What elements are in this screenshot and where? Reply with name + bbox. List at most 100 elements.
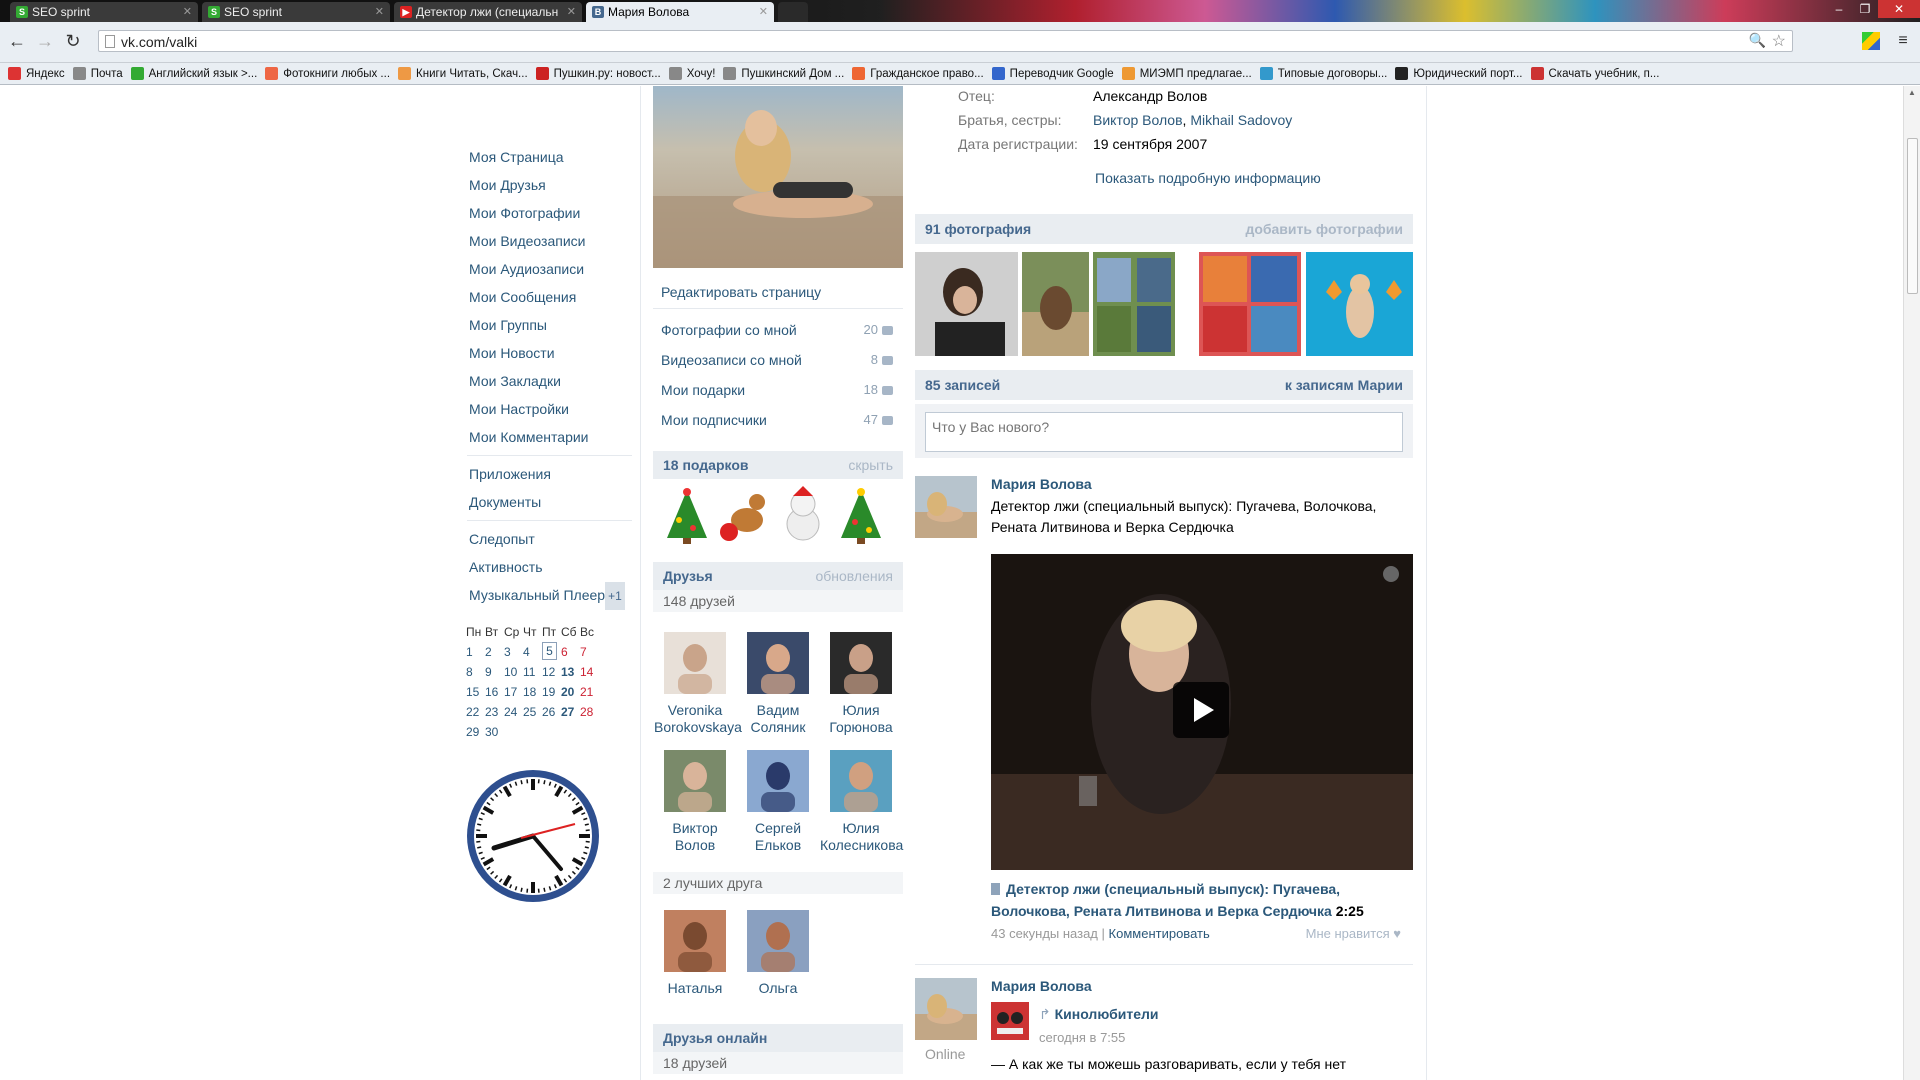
bookmark-item[interactable]: Почта — [72, 63, 123, 84]
bookmark-item[interactable]: Скачать учебник, п... — [1530, 63, 1659, 84]
browser-tab[interactable]: ▶ Детектор лжи (специальн ✕ — [394, 2, 582, 22]
calendar-day[interactable]: 3 — [504, 642, 523, 662]
photo-thumbnail[interactable] — [915, 252, 1018, 356]
friend-photo[interactable] — [664, 750, 726, 812]
profile-photo[interactable] — [653, 86, 903, 268]
like-button[interactable]: Мне нравится ♥ — [1306, 926, 1401, 941]
calendar-day[interactable]: 1 — [466, 642, 485, 662]
menu-icon[interactable]: ≡ — [1892, 30, 1914, 52]
calendar-day[interactable]: 5 — [542, 642, 557, 660]
calendar-day[interactable]: 8 — [466, 662, 485, 682]
bookmark-item[interactable]: Фотокниги любых ... — [265, 63, 390, 84]
photos-header[interactable]: 91 фотография добавить фотографии — [915, 214, 1413, 244]
gifts-header[interactable]: 18 подарков скрыть — [653, 451, 903, 479]
friend-name[interactable]: Наталья — [654, 980, 736, 997]
left-menu-item[interactable]: Активность — [467, 553, 632, 581]
edit-page-link[interactable]: Редактировать страницу — [661, 284, 821, 300]
bookmark-item[interactable]: МИЭМП предлагае... — [1121, 63, 1252, 84]
calendar-day[interactable]: 6 — [561, 642, 580, 662]
new-post-input[interactable] — [925, 412, 1403, 452]
calendar-day[interactable]: 29 — [466, 722, 485, 742]
minimize-icon[interactable]: – — [1826, 0, 1852, 18]
friend-last-name[interactable]: Волов — [654, 837, 736, 854]
friend-card[interactable]: Юлия Колесникова — [820, 750, 903, 854]
calendar-day[interactable]: 27 — [561, 702, 580, 722]
hide-gifts-link[interactable]: скрыть — [848, 451, 893, 479]
post-author-avatar[interactable] — [915, 476, 977, 538]
christmas-tree-gift[interactable] — [835, 486, 887, 544]
friend-card[interactable]: Виктор Волов — [654, 750, 736, 854]
calendar-day[interactable]: 9 — [485, 662, 504, 682]
calendar-day[interactable]: 21 — [580, 682, 599, 702]
profile-link[interactable]: Мои подарки — [661, 382, 745, 398]
close-tab-icon[interactable]: ✕ — [759, 2, 768, 22]
left-menu-item[interactable]: Мои Сообщения — [467, 283, 632, 311]
left-menu-item[interactable]: Моя Страница — [467, 143, 632, 171]
friend-last-name[interactable]: Соляник — [737, 719, 819, 736]
calendar-day[interactable]: 10 — [504, 662, 523, 682]
friend-first-name[interactable]: Юлия — [820, 820, 902, 837]
calendar-day[interactable]: 14 — [580, 662, 599, 682]
friend-photo[interactable] — [664, 632, 726, 694]
friend-photo[interactable] — [747, 632, 809, 694]
photo-thumbnail[interactable] — [1199, 252, 1301, 356]
bookmark-item[interactable]: Пушкин.ру: новост... — [535, 63, 661, 84]
calendar-day[interactable]: 15 — [466, 682, 485, 702]
friend-photo[interactable] — [747, 750, 809, 812]
calendar-day[interactable]: 11 — [523, 662, 542, 682]
friend-photo[interactable] — [830, 632, 892, 694]
calendar-day[interactable]: 28 — [580, 702, 599, 722]
profile-link[interactable]: Видеозаписи со мной — [661, 352, 802, 368]
calendar-day[interactable]: 23 — [485, 702, 504, 722]
puppy-gift[interactable] — [777, 486, 829, 544]
calendar-day[interactable]: 17 — [504, 682, 523, 702]
video-title-link[interactable]: Детектор лжи (специальный выпуск): Пугач… — [991, 878, 1413, 922]
friend-first-name[interactable]: Сергей — [737, 820, 819, 837]
profile-link[interactable]: Мои подписчики — [661, 412, 767, 428]
forward-arrow-icon[interactable]: → — [34, 30, 56, 52]
reindeer-gift[interactable] — [717, 486, 769, 544]
bookmark-item[interactable]: Переводчик Google — [991, 63, 1114, 84]
zoom-icon[interactable]: 🔍 — [1749, 32, 1766, 49]
repost-time[interactable]: сегодня в 7:55 — [1039, 1030, 1125, 1045]
friend-photo[interactable] — [664, 910, 726, 972]
friend-name[interactable]: Ольга — [737, 980, 819, 997]
christmas-tree-gift[interactable] — [661, 486, 713, 544]
calendar-day[interactable]: 13 — [561, 662, 580, 682]
left-menu-item[interactable]: Документы — [467, 488, 632, 516]
calendar-day[interactable]: 12 — [542, 662, 561, 682]
back-arrow-icon[interactable]: ← — [6, 30, 28, 52]
browser-tab-active[interactable]: B Мария Волова ✕ — [586, 2, 774, 22]
music-player-link[interactable]: Музыкальный Плеер +1 — [467, 581, 632, 610]
friend-card[interactable]: Сергей Ельков — [737, 750, 819, 854]
post-author-link[interactable]: Мария Волова — [991, 476, 1092, 492]
extension-icon[interactable] — [1862, 32, 1880, 50]
comment-link[interactable]: Комментировать — [1109, 926, 1210, 941]
friend-first-name[interactable]: Вадим — [737, 702, 819, 719]
url-input[interactable] — [121, 33, 1701, 50]
friend-last-name[interactable]: Колесникова — [820, 837, 903, 854]
friend-last-name[interactable]: Ельков — [737, 837, 819, 854]
calendar-day[interactable]: 7 — [580, 642, 599, 662]
calendar-day[interactable]: 18 — [523, 682, 542, 702]
bookmark-item[interactable]: Яндекс — [8, 63, 65, 84]
friend-card[interactable]: Veronika Borokovskaya — [654, 632, 742, 736]
sibling-link[interactable]: Виктор Волов — [1093, 112, 1183, 128]
photo-thumbnail[interactable] — [1093, 252, 1175, 356]
video-player[interactable] — [991, 554, 1413, 870]
bookmark-item[interactable]: Пушкинский Дом ... — [723, 63, 844, 84]
friend-photo[interactable] — [830, 750, 892, 812]
post-time[interactable]: 43 секунды назад — [991, 926, 1098, 941]
friend-first-name[interactable]: Veronika — [654, 702, 736, 719]
left-menu-item[interactable]: Приложения — [467, 460, 632, 488]
best-friend-card[interactable]: Наталья — [654, 910, 736, 997]
post-author-link[interactable]: Мария Волова — [991, 978, 1092, 994]
friends-updates-link[interactable]: обновления — [815, 562, 893, 590]
left-menu-item[interactable]: Мои Закладки — [467, 367, 632, 395]
calendar-day[interactable]: 25 — [523, 702, 542, 722]
bookmark-item[interactable]: Типовые договоры... — [1259, 63, 1387, 84]
calendar-day[interactable]: 26 — [542, 702, 561, 722]
left-menu-item[interactable]: Мои Фотографии — [467, 199, 632, 227]
left-menu-item[interactable]: Следопыт — [467, 525, 632, 553]
close-tab-icon[interactable]: ✕ — [567, 2, 576, 22]
